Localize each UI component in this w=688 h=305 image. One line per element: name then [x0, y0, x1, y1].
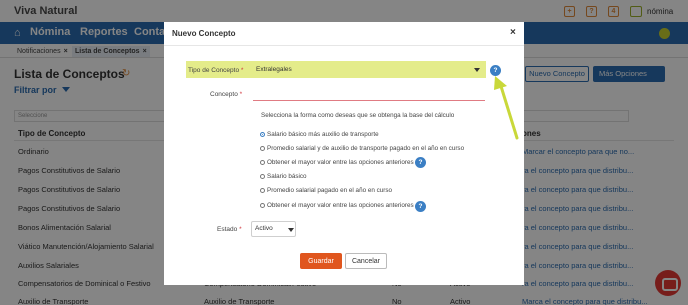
- annotation-arrow-icon: [494, 76, 519, 140]
